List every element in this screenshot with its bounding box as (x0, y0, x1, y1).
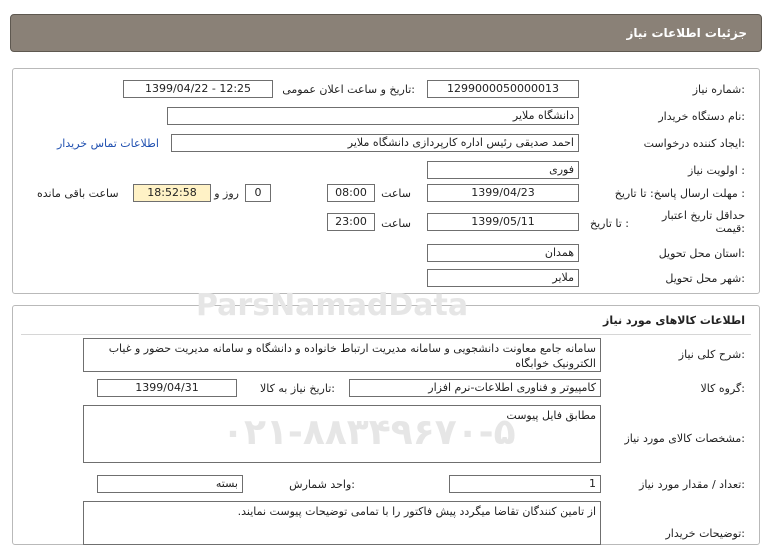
need-number-field: 1299000050000013 (427, 80, 579, 98)
priority-field: فوری (427, 161, 579, 179)
goods-section-title: اطلاعات کالاهای مورد نیاز (603, 314, 745, 327)
buyer-field: دانشگاه ملایر (167, 107, 579, 125)
days-field: 0 (245, 184, 271, 202)
deadline-time-field: 08:00 (327, 184, 375, 202)
city-field: ملایر (427, 269, 579, 287)
unit-field: بسته (97, 475, 243, 493)
price-validity-label: حداقل تاریخ اعتبار قیمت: (661, 209, 745, 235)
need-info-panel: شماره نیاز: 1299000050000013 تاریخ و ساع… (12, 68, 760, 294)
goods-info-panel: اطلاعات کالاهای مورد نیاز شرح کلی نیاز: … (12, 305, 760, 545)
announce-field: 1399/04/22 - 12:25 (123, 80, 273, 98)
specs-field: مطابق فایل پیوست (83, 405, 601, 463)
quantity-field: 1 (449, 475, 601, 493)
group-label: گروه کالا: (700, 382, 745, 395)
city-label: شهر محل تحویل: (665, 272, 745, 285)
group-field: کامپیوتر و فناوری اطلاعات-نرم افزار (349, 379, 601, 397)
province-label: استان محل تحویل: (658, 247, 745, 260)
creator-label: ایجاد کننده درخواست: (643, 137, 745, 150)
description-label: شرح کلی نیاز: (678, 348, 745, 361)
deadline-label: مهلت ارسال پاسخ: تا تاریخ : (614, 187, 745, 200)
unit-label: واحد شمارش: (289, 478, 355, 491)
buyer-notes-label: توضیحات خریدار: (665, 527, 746, 540)
remaining-label: ساعت باقی مانده (37, 187, 119, 200)
days-label: روز و (214, 187, 239, 200)
specs-label: مشخصات کالای مورد نیاز: (624, 432, 745, 445)
announce-label: تاریخ و ساعت اعلان عمومی: (282, 83, 415, 96)
section-divider (21, 334, 751, 335)
price-validity-date-field: 1399/05/11 (427, 213, 579, 231)
priority-label: اولویت نیاز : (687, 164, 745, 177)
creator-field: احمد صدیقی رئیس اداره کارپردازی دانشگاه … (171, 134, 579, 152)
need-date-label: تاریخ نیاز به کالا: (260, 382, 335, 395)
buyer-contact-link[interactable]: اطلاعات تماس خریدار (57, 137, 159, 150)
description-field: سامانه جامع معاونت دانشجویی و سامانه مدی… (83, 338, 601, 372)
price-validity-time-label: ساعت (381, 217, 411, 230)
buyer-label: نام دستگاه خریدار: (658, 110, 745, 123)
page-title: جزئیات اطلاعات نیاز (626, 26, 747, 40)
deadline-date-field: 1399/04/23 (427, 184, 579, 202)
remaining-time-field: 18:52:58 (133, 184, 211, 202)
need-number-label: شماره نیاز: (692, 83, 745, 96)
deadline-time-label: ساعت (381, 187, 411, 200)
province-field: همدان (427, 244, 579, 262)
quantity-label: تعداد / مقدار مورد نیاز: (639, 478, 745, 491)
price-validity-until-label: تا تاریخ : (590, 217, 629, 230)
need-date-field: 1399/04/31 (97, 379, 237, 397)
buyer-notes-field: از تامین کنندگان تقاضا میگردد پیش فاکتور… (83, 501, 601, 545)
price-validity-time-field: 23:00 (327, 213, 375, 231)
page-header: جزئیات اطلاعات نیاز (10, 14, 762, 52)
